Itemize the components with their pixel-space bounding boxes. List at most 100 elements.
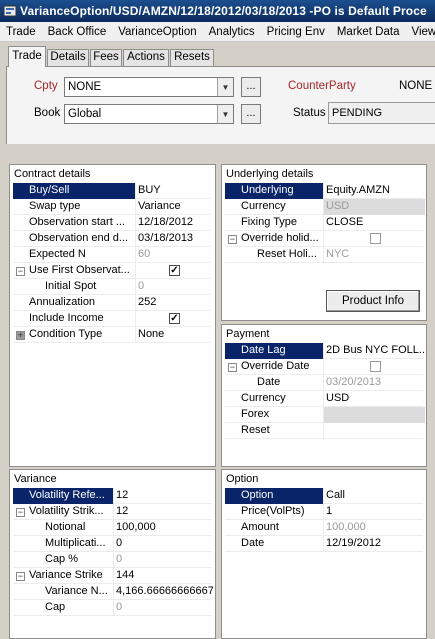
option-row-price[interactable]: Price(VolPts) 1 <box>225 504 423 520</box>
row-value[interactable]: Call <box>323 488 425 504</box>
override-date-checkbox[interactable] <box>370 361 381 372</box>
contract-row-swap-type[interactable]: Swap type Variance <box>13 199 212 215</box>
variance-row-cap[interactable]: Cap 0 <box>13 600 212 616</box>
row-value[interactable]: None <box>135 327 213 343</box>
row-value[interactable] <box>323 423 425 439</box>
chevron-down-icon[interactable]: ▼ <box>217 78 233 96</box>
payment-panel: Payment Date Lag 2D Bus NYC FOLL... − Ov… <box>221 324 427 467</box>
menu-market-data[interactable]: Market Data <box>331 26 406 38</box>
option-title: Option <box>226 473 259 485</box>
cpty-combo[interactable]: NONE ▼ <box>64 77 234 97</box>
underlying-row-underlying[interactable]: Underlying Equity.AMZN <box>225 183 423 199</box>
row-label: Annualization <box>29 296 96 308</box>
payment-row-currency[interactable]: Currency USD <box>225 391 423 407</box>
row-value[interactable]: Variance <box>135 199 213 215</box>
payment-row-forex[interactable]: Forex <box>225 407 425 423</box>
variance-row-variance-strike[interactable]: − Variance Strike 144 <box>13 568 212 584</box>
contract-row-use-first-observation[interactable]: − Use First Observat... ✓ <box>13 263 212 279</box>
variance-row-cap-percent[interactable]: Cap % 0 <box>13 552 212 568</box>
row-value[interactable]: 03/18/2013 <box>135 231 213 247</box>
menu-pricing-env[interactable]: Pricing Env <box>261 26 331 38</box>
contract-row-annualization[interactable]: Annualization 252 <box>13 295 212 311</box>
include-income-checkbox[interactable]: ✓ <box>169 313 180 324</box>
payment-row-date-lag[interactable]: Date Lag 2D Bus NYC FOLL... <box>225 343 425 359</box>
row-label: Forex <box>241 408 270 420</box>
contract-row-initial-spot[interactable]: Initial Spot 0 <box>13 279 212 295</box>
contract-grid: Buy/Sell BUY Swap type Variance Observat… <box>13 183 212 343</box>
row-value[interactable]: Equity.AMZN <box>323 183 425 199</box>
contract-row-expected-n[interactable]: Expected N 60 <box>13 247 212 263</box>
row-label: Notional <box>45 521 86 533</box>
variance-row-variance-notional[interactable]: Variance N... 4,166.66666666667 <box>13 584 213 600</box>
book-ellipsis-button[interactable]: ... <box>241 104 261 124</box>
row-value[interactable]: 12 <box>113 504 213 520</box>
row-value[interactable]: 2D Bus NYC FOLL... <box>323 343 425 359</box>
tab-trade[interactable]: Trade <box>8 46 46 67</box>
option-panel: Option Option Call Price(VolPts) 1 Amoun… <box>221 469 427 639</box>
underlying-details-title: Underlying details <box>226 168 314 180</box>
row-value[interactable]: 1 <box>323 504 425 520</box>
row-label: Underlying <box>225 183 323 199</box>
variance-panel: Variance Volatility Refe... 12 − Volatil… <box>9 469 216 639</box>
contract-row-condition-type[interactable]: + Condition Type None <box>13 327 212 343</box>
menu-back-office[interactable]: Back Office <box>42 26 113 38</box>
window-title: VarianceOption/USD/AMZN/12/18/2012/03/18… <box>20 4 427 18</box>
underlying-row-override-holidays[interactable]: − Override holid... <box>225 231 423 247</box>
product-info-button[interactable]: Product Info <box>326 290 420 312</box>
underlying-row-reset-holidays[interactable]: Reset Holi... NYC <box>225 247 423 263</box>
menu-variance-option[interactable]: VarianceOption <box>112 26 202 38</box>
tab-fees[interactable]: Fees <box>90 49 122 66</box>
cpty-label: Cpty <box>34 80 58 92</box>
row-value[interactable]: BUY <box>135 183 213 199</box>
row-value[interactable]: 100,000 <box>113 520 213 536</box>
row-label: Cap <box>45 601 66 613</box>
counterparty-value: NONE <box>399 80 433 92</box>
row-value: 100,000 <box>323 520 425 536</box>
underlying-grid: Underlying Equity.AMZN Currency USD Fixi… <box>225 183 425 263</box>
variance-row-volatility-strike[interactable]: − Volatility Strik... 12 <box>13 504 212 520</box>
row-label: Swap type <box>29 200 81 212</box>
row-value[interactable]: 12/18/2012 <box>135 215 213 231</box>
contract-row-include-income[interactable]: Include Income ✓ <box>13 311 212 327</box>
book-combo[interactable]: Global ▼ <box>64 104 234 124</box>
contract-row-observation-start[interactable]: Observation start ... 12/18/2012 <box>13 215 212 231</box>
option-row-amount[interactable]: Amount 100,000 <box>225 520 423 536</box>
chevron-down-icon[interactable]: ▼ <box>217 105 233 123</box>
row-value[interactable]: 4,166.66666666667 <box>113 584 213 600</box>
option-row-option[interactable]: Option Call <box>225 488 423 504</box>
row-label: Option <box>225 488 323 504</box>
row-value[interactable]: 0 <box>113 536 213 552</box>
row-value[interactable]: 144 <box>113 568 213 584</box>
payment-row-override-date[interactable]: − Override Date <box>225 359 423 375</box>
tab-strip: Trade Details Fees Actions Resets <box>0 44 435 67</box>
row-value[interactable]: 252 <box>135 295 213 311</box>
tab-details[interactable]: Details <box>47 49 89 66</box>
option-row-date[interactable]: Date 12/19/2012 <box>225 536 423 552</box>
row-value[interactable]: USD <box>323 391 425 407</box>
variance-row-volatility-reference[interactable]: Volatility Refe... 12 <box>13 488 212 504</box>
variance-row-multiplication[interactable]: Multiplicati... 0 <box>13 536 212 552</box>
row-value[interactable]: CLOSE <box>323 215 425 231</box>
row-label: Observation start ... <box>29 216 125 228</box>
menu-trade[interactable]: Trade <box>0 26 42 38</box>
override-holidays-checkbox[interactable] <box>370 233 381 244</box>
menu-view[interactable]: View <box>405 26 435 38</box>
payment-row-reset[interactable]: Reset <box>225 423 423 439</box>
contract-row-observation-end[interactable]: Observation end d... 03/18/2013 <box>13 231 212 247</box>
row-label: Include Income <box>29 312 104 324</box>
payment-row-date[interactable]: Date 03/20/2013 <box>225 375 423 391</box>
tab-actions[interactable]: Actions <box>123 49 169 66</box>
underlying-row-currency[interactable]: Currency USD <box>225 199 425 215</box>
menu-analytics[interactable]: Analytics <box>203 26 261 38</box>
use-first-observation-checkbox[interactable]: ✓ <box>169 265 180 276</box>
variance-row-notional[interactable]: Notional 100,000 <box>13 520 212 536</box>
tab-resets[interactable]: Resets <box>170 49 214 66</box>
counterparty-label: CounterParty <box>288 80 356 92</box>
cpty-ellipsis-button[interactable]: ... <box>241 77 261 97</box>
row-value[interactable]: 12 <box>113 488 213 504</box>
underlying-row-fixing-type[interactable]: Fixing Type CLOSE <box>225 215 423 231</box>
payment-grid: Date Lag 2D Bus NYC FOLL... − Override D… <box>225 343 425 439</box>
row-value[interactable]: 12/19/2012 <box>323 536 425 552</box>
row-label: Reset <box>241 424 270 436</box>
contract-row-buy-sell[interactable]: Buy/Sell BUY <box>13 183 212 199</box>
